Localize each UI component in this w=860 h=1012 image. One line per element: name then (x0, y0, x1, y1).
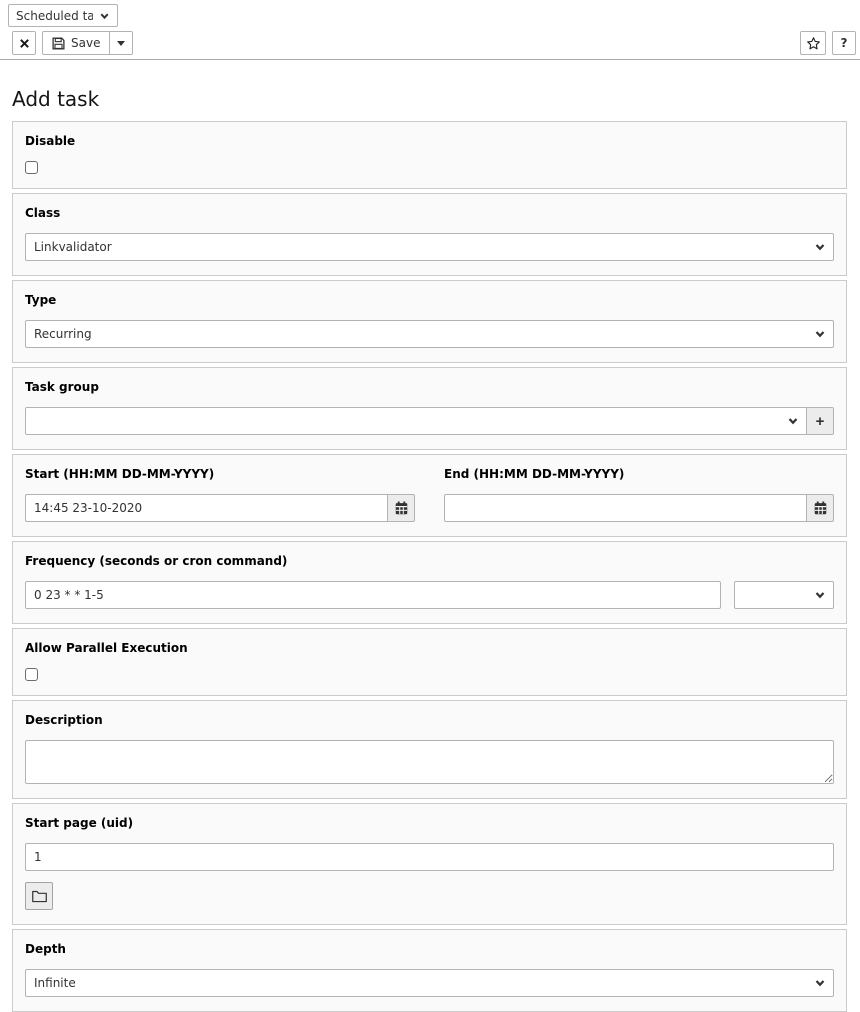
caret-down-icon (117, 41, 125, 46)
section-disable: Disable (12, 121, 847, 189)
task-group-select-wrap (25, 407, 807, 435)
type-label: Type (25, 293, 834, 307)
section-depth: Depth Infinite (12, 929, 847, 1012)
start-label: Start (HH:MM DD-MM-YYYY) (25, 467, 415, 481)
start-page-input[interactable] (25, 843, 834, 871)
depth-select-wrap: Infinite (25, 969, 834, 997)
button-bar-right: ? (800, 31, 856, 55)
section-description: Description (12, 700, 847, 799)
task-group-label: Task group (25, 380, 834, 394)
page-title: Add task (12, 87, 847, 111)
section-start-end: Start (HH:MM DD-MM-YYYY) (12, 454, 847, 537)
module-select-row: Scheduled tasks (8, 4, 858, 27)
parallel-label: Allow Parallel Execution (25, 641, 834, 655)
section-task-group: Task group + (12, 367, 847, 450)
module-select[interactable]: Scheduled tasks (8, 4, 118, 27)
folder-icon (32, 890, 47, 903)
end-label: End (HH:MM DD-MM-YYYY) (444, 467, 834, 481)
start-input[interactable] (25, 494, 388, 522)
add-task-group-button[interactable]: + (806, 407, 834, 435)
class-select[interactable]: Linkvalidator (25, 233, 834, 261)
module-body: Add task Disable Class Linkvalidator Typ… (0, 87, 860, 1012)
type-select[interactable]: Recurring (25, 320, 834, 348)
depth-select[interactable]: Infinite (25, 969, 834, 997)
parallel-checkbox[interactable] (25, 668, 38, 681)
section-parallel: Allow Parallel Execution (12, 628, 847, 696)
docheader: Scheduled tasks (0, 0, 860, 60)
start-datepicker-button[interactable] (387, 494, 415, 522)
bookmark-button[interactable] (800, 31, 826, 55)
frequency-unit-select-wrap (734, 581, 834, 609)
calendar-icon (395, 501, 408, 515)
frequency-unit-select[interactable] (734, 581, 834, 609)
start-page-label: Start page (uid) (25, 816, 834, 830)
close-button[interactable] (12, 31, 36, 55)
section-class: Class Linkvalidator (12, 193, 847, 276)
floppy-disk-icon (52, 37, 65, 50)
frequency-label: Frequency (seconds or cron command) (25, 554, 834, 568)
end-datepicker-button[interactable] (806, 494, 834, 522)
section-start-page: Start page (uid) (12, 803, 847, 925)
task-group-input-group: + (25, 407, 834, 435)
help-button[interactable]: ? (832, 31, 856, 55)
calendar-icon (814, 501, 827, 515)
type-select-wrap: Recurring (25, 320, 834, 348)
help-label: ? (841, 36, 848, 50)
end-input-group (444, 494, 834, 522)
save-button-group: Save (42, 31, 133, 55)
start-field-column: Start (HH:MM DD-MM-YYYY) (25, 467, 415, 522)
module-select-wrap: Scheduled tasks (8, 4, 118, 27)
end-input[interactable] (444, 494, 807, 522)
save-button[interactable]: Save (42, 31, 110, 55)
frequency-input[interactable] (25, 581, 721, 609)
end-field-column: End (HH:MM DD-MM-YYYY) (444, 467, 834, 522)
save-dropdown-button[interactable] (109, 31, 133, 55)
section-type: Type Recurring (12, 280, 847, 363)
browse-pages-button[interactable] (25, 882, 53, 910)
save-button-label: Save (71, 36, 100, 50)
description-textarea[interactable] (25, 740, 834, 784)
button-bar: Save ? (12, 31, 858, 55)
depth-label: Depth (25, 942, 834, 956)
plus-icon: + (816, 413, 825, 430)
description-label: Description (25, 713, 834, 727)
button-bar-left: Save (12, 31, 133, 55)
task-group-select[interactable] (25, 407, 807, 435)
disable-label: Disable (25, 134, 834, 148)
close-icon (19, 38, 30, 49)
start-input-group (25, 494, 415, 522)
class-select-wrap: Linkvalidator (25, 233, 834, 261)
star-icon (806, 36, 821, 51)
disable-checkbox[interactable] (25, 161, 38, 174)
class-label: Class (25, 206, 834, 220)
section-frequency: Frequency (seconds or cron command) (12, 541, 847, 624)
